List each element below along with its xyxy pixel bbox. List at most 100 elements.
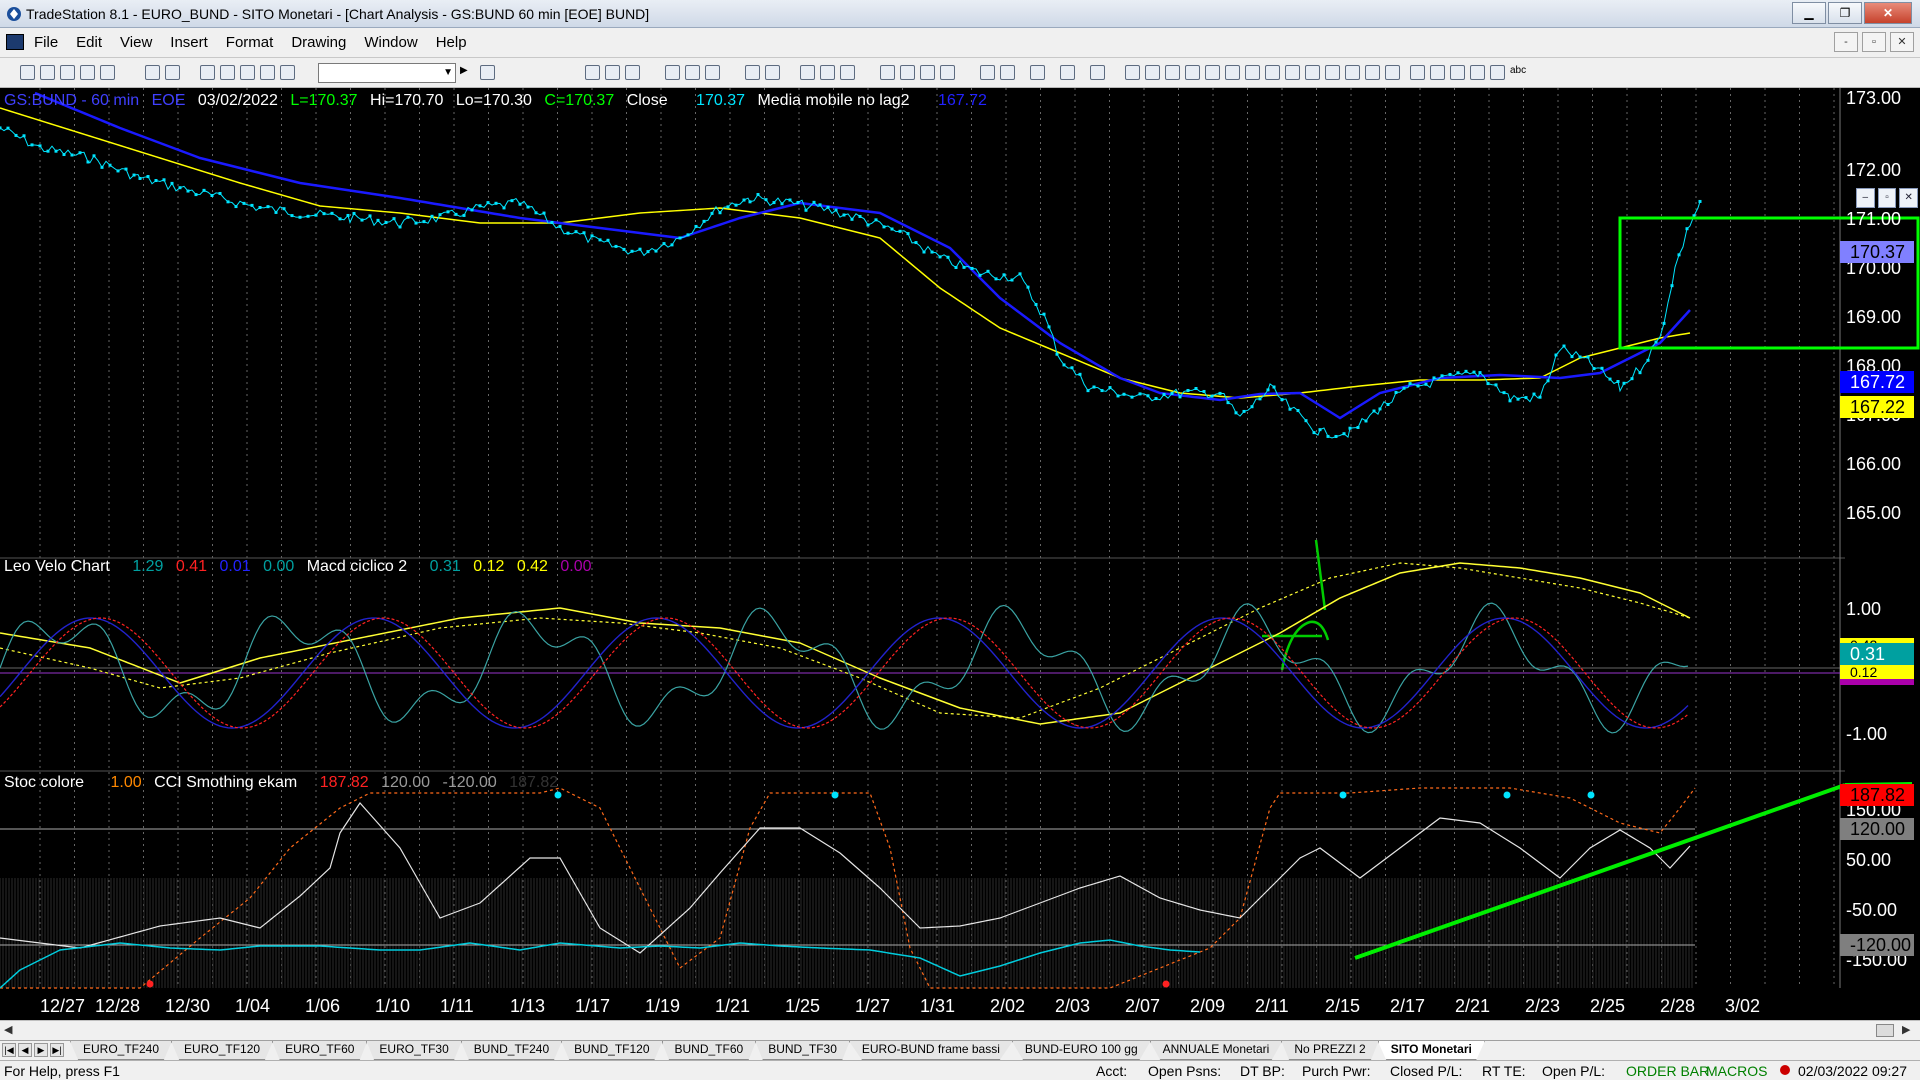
close-button[interactable]: ✕ bbox=[1864, 2, 1912, 24]
vertical-lines-icon[interactable] bbox=[1145, 65, 1160, 80]
tab-euro-tf120[interactable]: EURO_TF120 bbox=[171, 1041, 274, 1060]
crosshair-icon[interactable] bbox=[1000, 65, 1015, 80]
tab-euro-tf60[interactable]: EURO_TF60 bbox=[272, 1041, 368, 1060]
horizontal-scrollbar[interactable]: ◀ ▶ bbox=[0, 1020, 1920, 1040]
channel-icon[interactable] bbox=[1185, 65, 1200, 80]
mdi-restore-button[interactable]: ▫ bbox=[1862, 32, 1886, 52]
scroll-right-icon[interactable]: ▶ bbox=[1902, 1023, 1910, 1036]
tab-bund-tf240[interactable]: BUND_TF240 bbox=[460, 1041, 563, 1060]
paintbar-icon[interactable] bbox=[745, 65, 760, 80]
print-preview-icon[interactable] bbox=[165, 65, 180, 80]
activity-bar-icon[interactable] bbox=[765, 65, 780, 80]
mdi-close-button[interactable]: ✕ bbox=[1890, 32, 1914, 52]
save-icon[interactable] bbox=[60, 65, 75, 80]
menu-help[interactable]: Help bbox=[436, 34, 467, 51]
showme-icon[interactable] bbox=[705, 65, 720, 80]
scroll-thumb[interactable] bbox=[1876, 1024, 1894, 1037]
tab-bund-euro-100gg[interactable]: BUND-EURO 100 gg bbox=[1011, 1041, 1151, 1060]
pointer-icon[interactable] bbox=[980, 65, 995, 80]
matrix-icon[interactable] bbox=[840, 65, 855, 80]
scroll-left-icon[interactable]: ◀ bbox=[4, 1023, 12, 1036]
pane-minimize-button[interactable]: – bbox=[1856, 188, 1875, 208]
tab-bund-tf120[interactable]: BUND_TF120 bbox=[561, 1041, 663, 1060]
chart-area[interactable]: GS:BUND - 60 min EOE 03/02/2022 L=170.37… bbox=[0, 88, 1920, 1020]
tab-annuale-monetari[interactable]: ANNUALE Monetari bbox=[1149, 1041, 1283, 1060]
menu-edit[interactable]: Edit bbox=[76, 34, 102, 51]
zoom-out-icon[interactable] bbox=[940, 65, 955, 80]
chart-bar-icon[interactable] bbox=[605, 65, 620, 80]
regression-icon[interactable] bbox=[1305, 65, 1320, 80]
mdi-minimize-button[interactable]: - bbox=[1834, 32, 1858, 52]
chart-window-icon[interactable] bbox=[6, 34, 24, 50]
minimize-button[interactable]: ▁ bbox=[1792, 2, 1826, 24]
tab-bund-tf30[interactable]: BUND_TF30 bbox=[755, 1041, 850, 1060]
trendline-icon[interactable] bbox=[1125, 65, 1140, 80]
horizontal-lines-icon[interactable] bbox=[1165, 65, 1180, 80]
print-icon[interactable] bbox=[145, 65, 160, 80]
arrow-up-icon[interactable] bbox=[1450, 65, 1465, 80]
speedline-icon[interactable] bbox=[1205, 65, 1220, 80]
arrow-down-icon[interactable] bbox=[1430, 65, 1445, 80]
chart-canvas[interactable] bbox=[0, 88, 1920, 1020]
format-window-icon[interactable] bbox=[220, 65, 235, 80]
fib-extension-icon[interactable] bbox=[1285, 65, 1300, 80]
order-bar-button[interactable]: ORDER BAR bbox=[1626, 1063, 1709, 1079]
arc-icon[interactable] bbox=[1345, 65, 1360, 80]
format-icon[interactable] bbox=[200, 65, 215, 80]
menu-view[interactable]: View bbox=[120, 34, 152, 51]
object-list-icon[interactable] bbox=[1060, 65, 1075, 80]
symbol-combo[interactable]: ▼ bbox=[318, 63, 456, 83]
annotation-trendline[interactable] bbox=[1354, 783, 1846, 960]
data-window-icon[interactable] bbox=[625, 65, 640, 80]
scale-icon[interactable] bbox=[900, 65, 915, 80]
lock-icon[interactable] bbox=[240, 65, 255, 80]
workspace-icon[interactable] bbox=[100, 65, 115, 80]
annotation-arrow[interactable] bbox=[1314, 539, 1327, 611]
tools-icon[interactable] bbox=[1030, 65, 1045, 80]
pane-close-button[interactable]: ✕ bbox=[1899, 188, 1919, 208]
zoom-in-icon[interactable] bbox=[920, 65, 935, 80]
new-icon[interactable] bbox=[20, 65, 35, 80]
gann-fan-icon[interactable] bbox=[1225, 65, 1240, 80]
snap-icon[interactable] bbox=[1090, 65, 1105, 80]
tab-no-prezzi-2[interactable]: No PREZZI 2 bbox=[1281, 1041, 1379, 1060]
rectangle-icon[interactable] bbox=[1490, 65, 1505, 80]
curve-icon[interactable] bbox=[1410, 65, 1425, 80]
radar-icon[interactable] bbox=[800, 65, 815, 80]
tab-euro-tf30[interactable]: EURO_TF30 bbox=[366, 1041, 462, 1060]
menu-file[interactable]: File bbox=[34, 34, 58, 51]
annotation-box[interactable] bbox=[1618, 216, 1920, 350]
tab-bund-tf60[interactable]: BUND_TF60 bbox=[661, 1041, 757, 1060]
tab-first-icon[interactable]: |◀ bbox=[2, 1043, 16, 1057]
text-icon[interactable]: abc bbox=[1510, 65, 1526, 80]
macros-button[interactable]: MACROS bbox=[1706, 1063, 1767, 1079]
bar-spacing-icon[interactable] bbox=[880, 65, 895, 80]
pencil-icon[interactable] bbox=[1385, 65, 1400, 80]
open-icon[interactable] bbox=[40, 65, 55, 80]
new-window-icon[interactable] bbox=[80, 65, 95, 80]
ellipse-icon[interactable] bbox=[1470, 65, 1485, 80]
tab-euro-tf240[interactable]: EURO_TF240 bbox=[70, 1041, 173, 1060]
tab-last-icon[interactable]: ▶| bbox=[50, 1043, 64, 1057]
network-icon[interactable] bbox=[280, 65, 295, 80]
maximize-button[interactable]: ❐ bbox=[1828, 2, 1862, 24]
menu-window[interactable]: Window bbox=[364, 34, 417, 51]
tab-euro-bund-frame-bassi[interactable]: EURO-BUND frame bassi bbox=[848, 1041, 1013, 1060]
insert-indicator-icon[interactable] bbox=[665, 65, 680, 80]
tab-next-icon[interactable]: ▶ bbox=[34, 1043, 48, 1057]
tab-sito-monetari[interactable]: SITO Monetari bbox=[1377, 1041, 1485, 1060]
quote-icon[interactable] bbox=[820, 65, 835, 80]
menu-insert[interactable]: Insert bbox=[170, 34, 208, 51]
cycle-icon[interactable] bbox=[1365, 65, 1380, 80]
macro-icon[interactable] bbox=[260, 65, 275, 80]
fib-icon[interactable] bbox=[1245, 65, 1260, 80]
andrews-icon[interactable] bbox=[1265, 65, 1280, 80]
pane-restore-button[interactable]: ▫ bbox=[1877, 188, 1897, 208]
find-icon[interactable] bbox=[480, 65, 495, 80]
arrow-right-icon[interactable]: ▶ bbox=[460, 65, 475, 80]
insert-strategy-icon[interactable] bbox=[685, 65, 700, 80]
chart-type-icon[interactable] bbox=[585, 65, 600, 80]
menu-drawing[interactable]: Drawing bbox=[291, 34, 346, 51]
parallel-icon[interactable] bbox=[1325, 65, 1340, 80]
menu-format[interactable]: Format bbox=[226, 34, 274, 51]
